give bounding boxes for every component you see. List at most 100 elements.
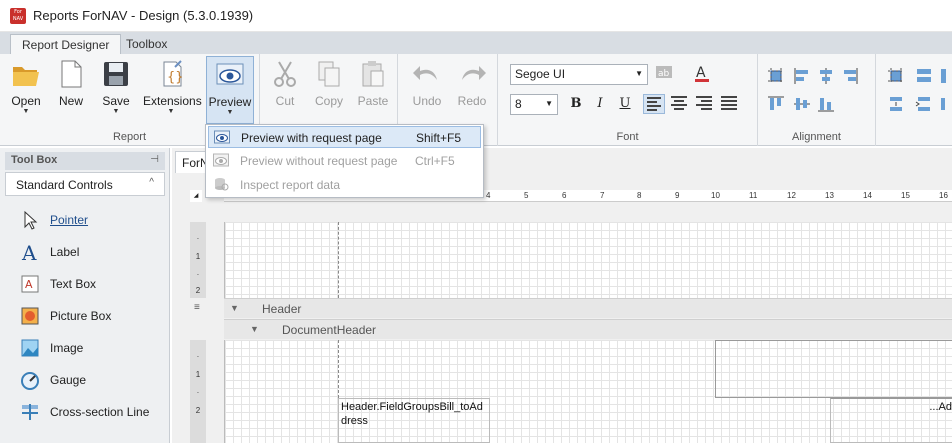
svg-text:ab: ab <box>658 69 670 79</box>
align-to-grid-icon[interactable] <box>766 66 786 86</box>
collapse-arrow-icon[interactable]: ▼ <box>230 303 239 313</box>
save-label: Save <box>102 94 130 108</box>
ruler-tick: · <box>196 234 200 243</box>
underline-button[interactable]: U <box>615 94 635 114</box>
tab-report-designer[interactable]: Report Designer <box>10 34 122 54</box>
cut-button[interactable]: Cut <box>262 56 308 120</box>
toolbox-item-picture-box[interactable]: Picture Box <box>20 304 160 332</box>
toolbox-item-label: Image <box>50 341 84 355</box>
paste-button[interactable]: Paste <box>350 56 396 120</box>
extensions-button[interactable]: {} Extensions ▼ <box>143 56 202 120</box>
toolbox-item-label: Cross-section Line <box>50 405 150 419</box>
ruler-tick: 8 <box>637 191 642 200</box>
chevron-down-icon: ▼ <box>226 109 234 116</box>
align-middles-icon[interactable] <box>792 94 812 114</box>
ruler-corner-icon[interactable]: ◢ <box>190 190 202 202</box>
copy-button[interactable]: Copy <box>306 56 352 120</box>
save-button[interactable]: Save ▼ <box>93 56 139 120</box>
align-centers-icon[interactable] <box>816 66 836 86</box>
font-size-dropdown[interactable]: 8 ▼ <box>510 94 558 115</box>
new-button[interactable]: New <box>48 56 94 120</box>
align-tops-icon[interactable] <box>766 94 786 114</box>
open-button[interactable]: Open ▼ <box>3 56 49 120</box>
chevron-down-icon: ▼ <box>112 108 120 115</box>
make-same-width-icon[interactable] <box>914 66 934 86</box>
ruler-tick: · <box>196 352 200 361</box>
align-right-icon[interactable] <box>693 94 715 114</box>
field-bill-to-address[interactable]: Header.FieldGroupsBill_toAddress <box>338 398 490 443</box>
ruler-tick: · <box>196 388 200 397</box>
spacing-equal-icon[interactable] <box>938 94 952 114</box>
undo-button[interactable]: Undo <box>404 56 450 120</box>
ruler-tick: 13 <box>825 191 834 200</box>
menu-item-label: Preview without request page <box>240 154 398 168</box>
toolbox-item-pointer[interactable]: Pointer <box>20 208 160 236</box>
font-group: Segoe UI ▼ ab A 8 ▼ B I U Font <box>498 54 758 146</box>
toolbox-item-text-box[interactable]: A Text Box <box>20 272 160 300</box>
standard-controls-group[interactable]: Standard Controls ^ <box>5 172 165 196</box>
ruler-tick: 2 <box>195 406 201 415</box>
align-lefts-icon[interactable] <box>792 66 812 86</box>
floppy-disk-icon <box>100 58 132 90</box>
align-bottoms-icon[interactable] <box>816 94 836 114</box>
horizontal-spacing-icon[interactable] <box>886 94 906 114</box>
align-rights-icon[interactable] <box>840 66 860 86</box>
menu-item-shortcut: Shift+F5 <box>416 131 462 145</box>
band-document-header[interactable]: ▼ DocumentHeader <box>224 319 952 339</box>
copy-icon <box>313 58 345 90</box>
band-resize-icon[interactable]: ≡ <box>194 302 200 313</box>
paste-label: Paste <box>357 94 389 108</box>
ruler-tick: 15 <box>901 191 910 200</box>
window-title: Reports ForNAV - Design (5.3.0.1939) <box>33 8 254 23</box>
menu-preview-without-request-page[interactable]: Preview without request page Ctrl+F5 <box>208 150 481 172</box>
size-to-grid-icon[interactable] <box>886 66 906 86</box>
toolbox-item-cross-section-line[interactable]: Cross-section Line <box>20 400 160 428</box>
ruler-tick: 14 <box>863 191 872 200</box>
menu-item-label: Preview with request page <box>241 131 382 145</box>
vertical-ruler-bottom: · 1 · 2 <box>190 340 206 443</box>
layout-group <box>876 54 952 146</box>
pin-icon[interactable]: ⊣ <box>150 154 159 165</box>
align-justify-icon[interactable] <box>718 94 740 114</box>
ruler-tick: 6 <box>562 191 567 200</box>
ruler-tick: 1 <box>195 252 201 261</box>
data-icon <box>213 177 229 191</box>
preview-dropdown-menu: Preview with request page Shift+F5 Previ… <box>205 124 484 198</box>
font-color-highlight-icon[interactable]: ab <box>655 64 675 84</box>
ruler-tick: 16 <box>939 191 948 200</box>
collapse-arrow-icon[interactable]: ▼ <box>250 324 259 334</box>
extensions-icon: {} <box>155 58 187 90</box>
toolbox-item-gauge[interactable]: Gauge <box>20 368 160 396</box>
undo-icon <box>411 58 443 90</box>
toolbox-item-label: Pointer <box>50 213 89 227</box>
ribbon-tab-bar: Report Designer Toolbox <box>0 32 952 54</box>
bold-button[interactable]: B <box>566 94 586 114</box>
scissors-icon <box>269 58 301 90</box>
menu-preview-with-request-page[interactable]: Preview with request page Shift+F5 <box>208 126 481 148</box>
redo-button[interactable]: Redo <box>449 56 495 120</box>
menu-inspect-report-data[interactable]: Inspect report data <box>208 174 481 196</box>
toolbox-header: Tool Box ⊣ <box>5 152 165 170</box>
ruler-tick: 11 <box>749 191 758 200</box>
vertical-spacing-icon[interactable] <box>914 94 934 114</box>
band-header[interactable]: ▼ Header <box>224 298 952 318</box>
toolbox-item-label-control[interactable]: A Label <box>20 240 160 268</box>
preview-button[interactable]: Preview ▼ <box>206 56 254 124</box>
align-left-icon[interactable] <box>643 94 665 114</box>
menu-item-shortcut: Ctrl+F5 <box>415 154 455 168</box>
address-container[interactable] <box>715 340 952 398</box>
toolbox-item-image[interactable]: Image <box>20 336 160 364</box>
new-document-icon <box>55 58 87 90</box>
design-surface-top[interactable] <box>224 222 952 298</box>
field-right-address[interactable]: ...Ad <box>830 398 952 443</box>
font-name-dropdown[interactable]: Segoe UI ▼ <box>510 64 648 85</box>
tab-toolbox[interactable]: Toolbox <box>115 34 178 54</box>
align-center-icon[interactable] <box>668 94 690 114</box>
font-color-icon[interactable]: A <box>693 64 713 84</box>
ruler-tick: 5 <box>524 191 529 200</box>
cross-section-line-icon <box>20 402 40 422</box>
make-same-height-icon[interactable] <box>938 66 952 86</box>
italic-button[interactable]: I <box>590 94 610 114</box>
design-surface-document-header[interactable]: Header.FieldGroupsBill_toAddress ...Ad <box>224 340 952 443</box>
redo-label: Redo <box>457 94 487 108</box>
